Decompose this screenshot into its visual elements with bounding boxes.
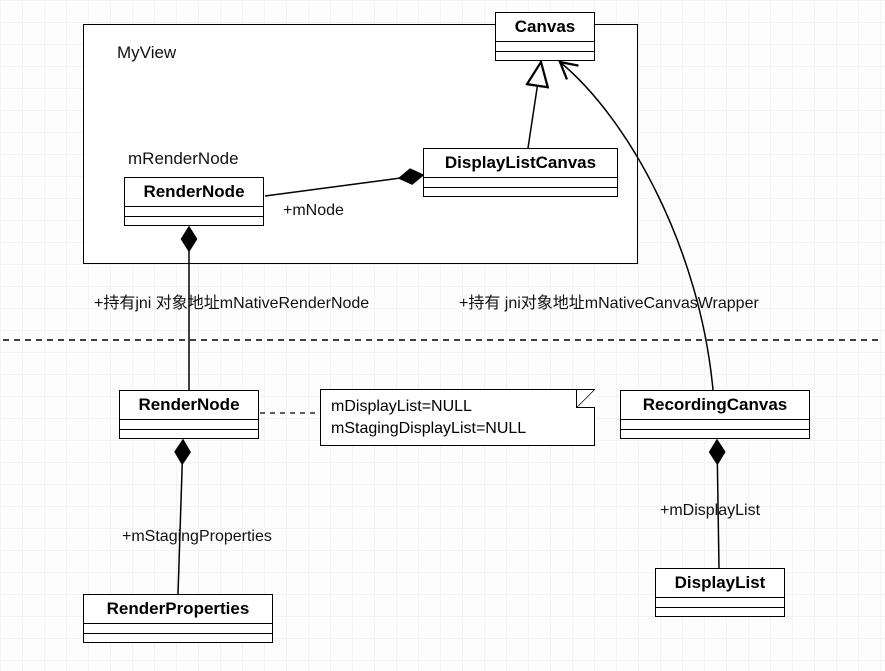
- package-title: MyView: [117, 43, 176, 63]
- note-line2: mStagingDisplayList=NULL: [331, 418, 584, 440]
- class-rendernode-native: RenderNode: [119, 390, 259, 439]
- class-displaylistcanvas: DisplayListCanvas: [423, 148, 618, 197]
- class-name: RenderNode: [120, 391, 258, 420]
- class-attr-empty: [84, 624, 272, 634]
- class-op-empty: [496, 52, 594, 60]
- class-name: RecordingCanvas: [621, 391, 809, 420]
- class-name: DisplayList: [656, 569, 784, 598]
- label-jni-right: +持有 jni对象地址mNativeCanvasWrapper: [459, 289, 759, 313]
- class-name: RenderNode: [125, 178, 263, 207]
- note: mDisplayList=NULL mStagingDisplayList=NU…: [320, 389, 595, 446]
- class-renderproperties: RenderProperties: [83, 594, 273, 643]
- class-displaylist: DisplayList: [655, 568, 785, 617]
- class-attr-empty: [125, 207, 263, 217]
- label-mRenderNode: mRenderNode: [128, 149, 239, 169]
- class-attr-empty: [424, 178, 617, 188]
- class-op-empty: [656, 608, 784, 616]
- class-name: Canvas: [496, 13, 594, 42]
- class-op-empty: [84, 634, 272, 642]
- note-line1: mDisplayList=NULL: [331, 396, 584, 418]
- uml-diagram: MyView mRenderNode Canvas DisplayListCan…: [0, 0, 885, 671]
- class-op-empty: [120, 430, 258, 438]
- class-canvas: Canvas: [495, 12, 595, 61]
- class-attr-empty: [120, 420, 258, 430]
- class-name: RenderProperties: [84, 595, 272, 624]
- label-mDisplayList: +mDisplayList: [660, 502, 760, 520]
- class-recordingcanvas: RecordingCanvas: [620, 390, 810, 439]
- class-attr-empty: [621, 420, 809, 430]
- class-attr-empty: [656, 598, 784, 608]
- class-op-empty: [621, 430, 809, 438]
- class-attr-empty: [496, 42, 594, 52]
- class-rendernode-java: RenderNode: [124, 177, 264, 226]
- label-mNode: +mNode: [283, 202, 344, 220]
- class-op-empty: [424, 188, 617, 196]
- class-op-empty: [125, 217, 263, 225]
- label-jni-left: +持有jni 对象地址mNativeRenderNode: [94, 289, 369, 313]
- class-name: DisplayListCanvas: [424, 149, 617, 178]
- label-mStagingProperties: +mStagingProperties: [122, 528, 272, 546]
